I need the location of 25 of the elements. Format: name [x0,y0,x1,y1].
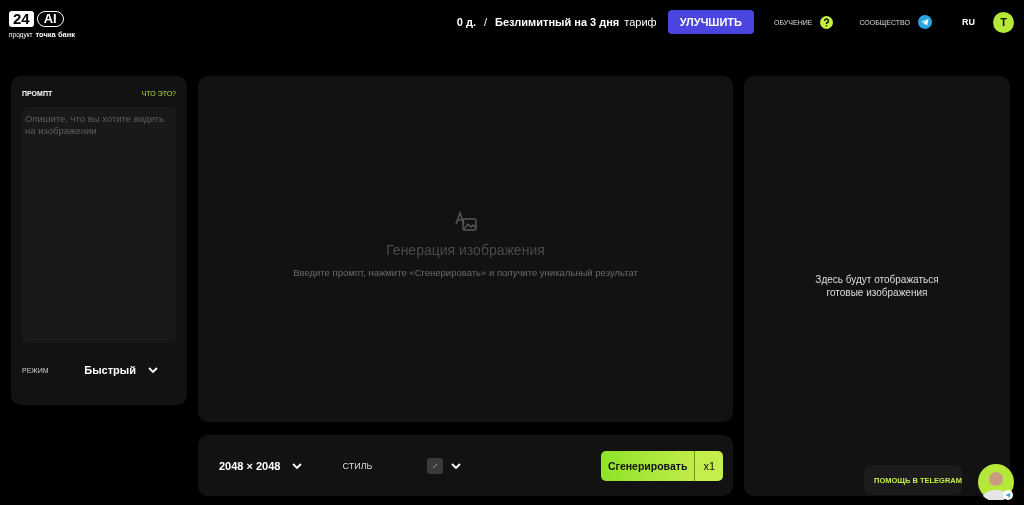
generate-button[interactable]: Сгенерировать [600,450,696,481]
mode-dropdown[interactable]: Быстрый [78,363,164,377]
results-empty-text: Здесь будут отображаться готовые изображения [814,273,940,299]
balance-text: 0 д. [456,16,476,28]
chevron-down-icon [148,367,158,373]
upgrade-button[interactable]: УЛУЧШИТЬ [667,10,754,34]
question-icon[interactable] [820,15,834,29]
chevron-down-icon[interactable] [451,462,462,469]
plan-text: Безлимитный на 3 дня [495,16,620,28]
canvas-hint: Введите промпт, нажмите «Сгенерировать» и получите уникальный результат [293,267,638,278]
plan-suffix-text: тариф [624,16,657,28]
canvas-title: Генерация изображения [386,242,545,258]
style-swatch-icon[interactable] [427,457,444,474]
support-avatar[interactable] [978,464,1014,500]
image-icon [453,210,478,234]
user-avatar[interactable]: T [993,11,1014,33]
size-dropdown[interactable]: 2048 × 2048 [213,458,309,473]
language-code[interactable]: RU [962,17,975,27]
telegram-icon[interactable] [918,15,932,29]
chevron-down-icon [292,462,303,469]
style-label: СТИЛЬ [342,460,374,471]
count-button[interactable]: x1 [695,450,723,481]
separator-text: / [483,16,487,28]
logo-number: 24 [9,11,34,27]
prompt-input-field[interactable]: Опишите, что вы хотите видеть на изображении [22,107,176,343]
